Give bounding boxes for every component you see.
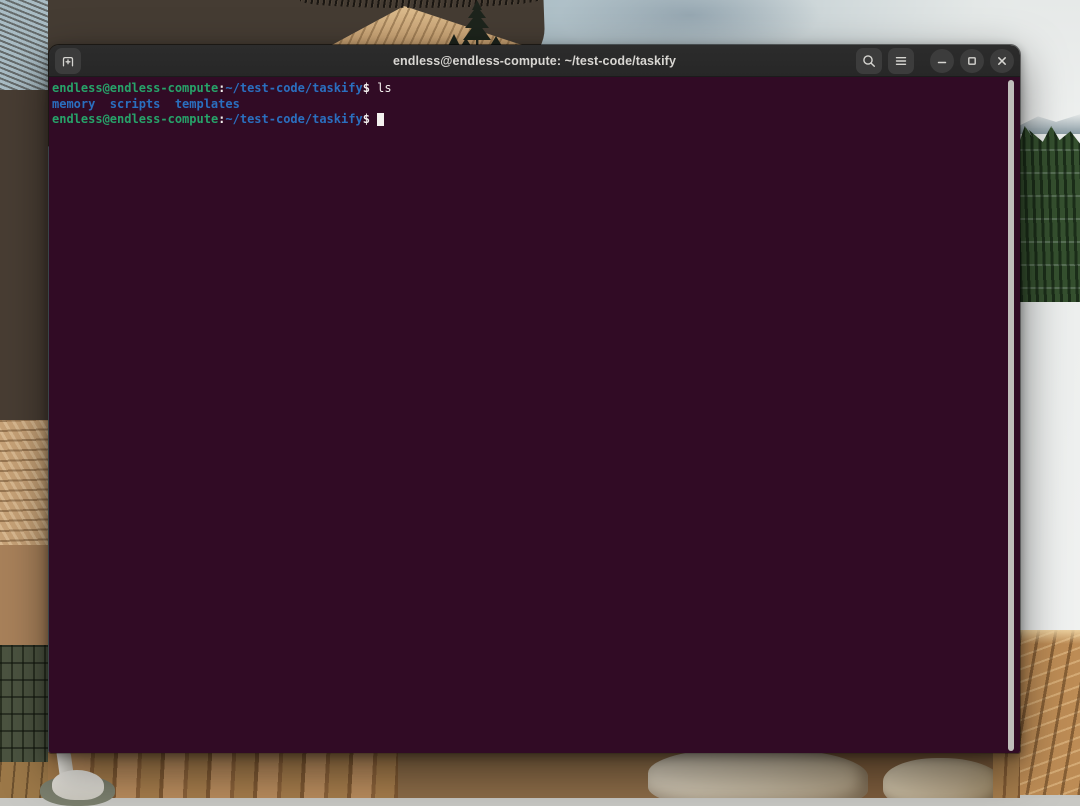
maximize-button[interactable] xyxy=(960,49,984,73)
prompt-user-host: endless@endless-compute xyxy=(52,112,218,126)
titlebar[interactable]: endless@endless-compute: ~/test-code/tas… xyxy=(49,45,1020,77)
search-icon xyxy=(861,53,877,69)
prompt-symbol: $ xyxy=(363,81,370,95)
wallpaper-rocky-scree xyxy=(1020,300,1080,630)
terminal-line-command: endless@endless-compute:~/test-code/task… xyxy=(52,81,1006,97)
terminal-line-prompt: endless@endless-compute:~/test-code/task… xyxy=(52,112,1006,128)
wallpaper-twigs xyxy=(0,90,48,420)
maximize-icon xyxy=(964,53,980,69)
wallpaper-forest xyxy=(1020,126,1080,302)
wallpaper-sky-right xyxy=(1020,0,1080,128)
close-icon xyxy=(994,53,1010,69)
search-button[interactable] xyxy=(856,48,882,74)
wallpaper-bottom-strip xyxy=(48,752,1020,806)
command-text: ls xyxy=(377,81,391,95)
new-tab-button[interactable] xyxy=(55,48,81,74)
terminal-content-area[interactable]: endless@endless-compute:~/test-code/task… xyxy=(49,77,1020,754)
wallpaper-log-wall xyxy=(0,545,48,645)
terminal-line-ls-output: memory scripts templates xyxy=(52,97,1006,113)
hamburger-menu-icon xyxy=(893,53,909,69)
terminal-window: endless@endless-compute: ~/test-code/tas… xyxy=(48,44,1021,754)
wallpaper-branches xyxy=(0,0,48,90)
directory-name: scripts xyxy=(110,97,161,111)
wallpaper-mossy-shingles xyxy=(0,645,48,762)
terminal-cursor xyxy=(377,113,384,126)
wallpaper-evergreen-tree xyxy=(446,0,510,46)
prompt-path: ~/test-code/taskify xyxy=(225,81,362,95)
wallpaper-bottom-path xyxy=(0,798,1080,806)
prompt-user-host: endless@endless-compute xyxy=(52,81,218,95)
prompt-path: ~/test-code/taskify xyxy=(225,112,362,126)
wallpaper-shingle-pile xyxy=(0,420,48,545)
new-tab-icon xyxy=(60,53,76,69)
wallpaper-left-strip xyxy=(0,0,48,806)
directory-name: memory xyxy=(52,97,95,111)
terminal-scrollbar[interactable] xyxy=(1008,80,1014,751)
menu-button[interactable] xyxy=(888,48,914,74)
wallpaper-right-strip xyxy=(1020,0,1080,806)
minimize-button[interactable] xyxy=(930,49,954,73)
wallpaper-white-carving xyxy=(52,770,104,800)
minimize-icon xyxy=(934,53,950,69)
wallpaper-wooden-crates xyxy=(1020,630,1080,795)
prompt-symbol: $ xyxy=(363,112,370,126)
close-button[interactable] xyxy=(990,49,1014,73)
directory-name: templates xyxy=(175,97,240,111)
